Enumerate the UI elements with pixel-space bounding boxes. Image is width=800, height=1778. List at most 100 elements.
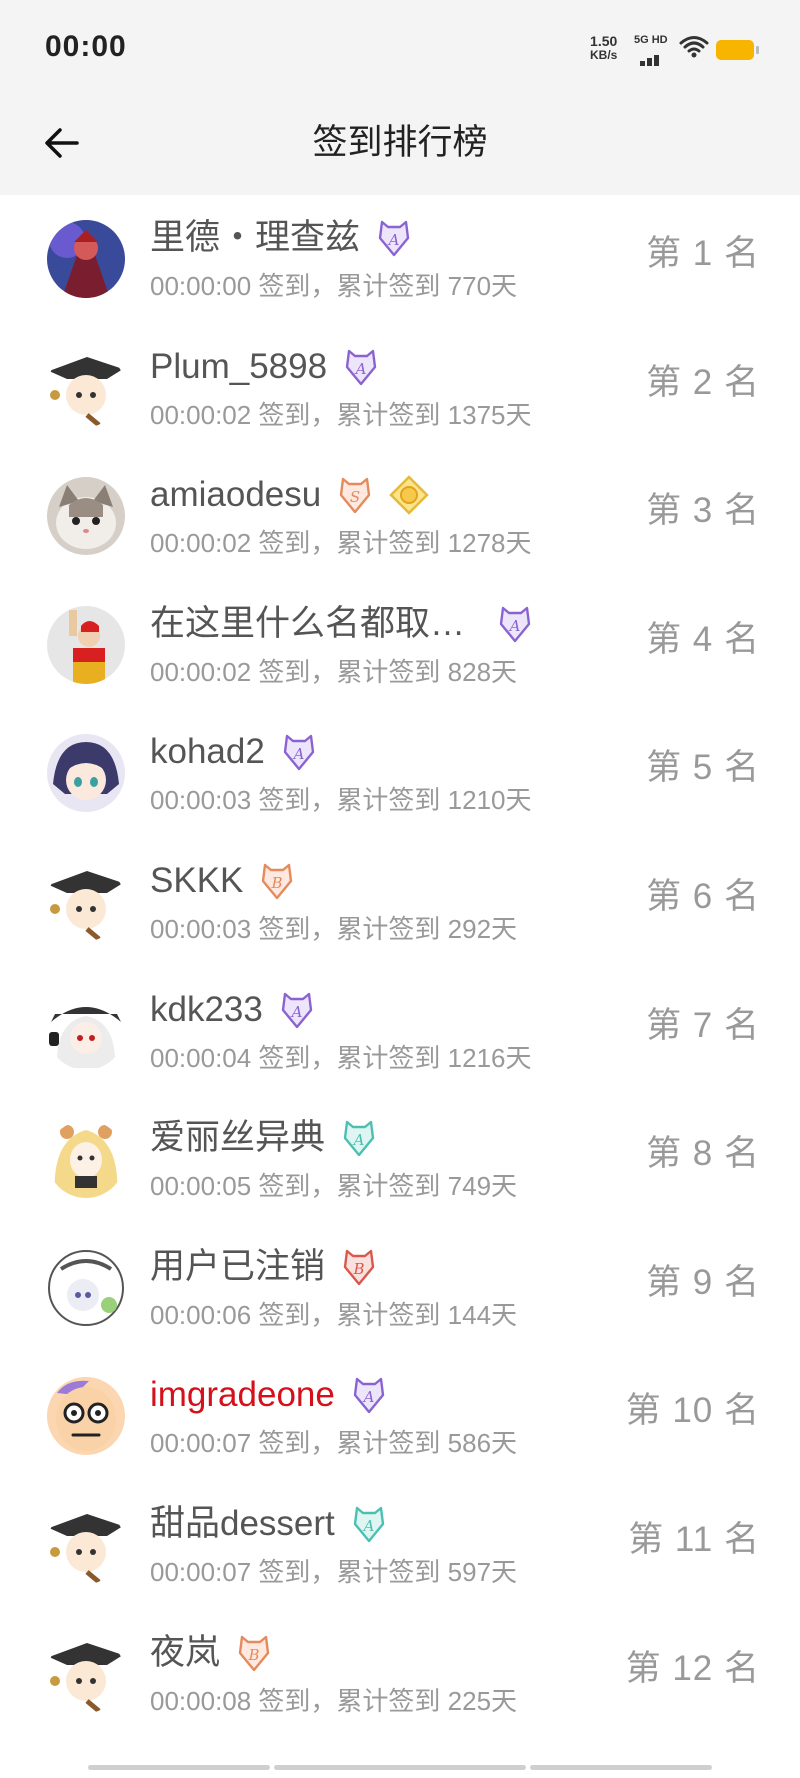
checkin-info: 00:00:00 签到，累计签到 770天 [150,271,518,301]
user-name[interactable]: 甜品dessert [150,1501,335,1547]
svg-text:A: A [361,1388,374,1406]
red-b-badge-icon: B [339,1247,379,1287]
network-speed-value: 1.50 [590,33,618,49]
rank-row[interactable]: 里德・理查兹 A 00:00:00 签到，累计签到 770天 第 1 名 [0,195,800,324]
gold-flower-badge-icon [389,475,430,515]
rank-row[interactable]: 爱丽丝异典 A 00:00:05 签到，累计签到 749天 第 8 名 [0,1095,800,1224]
user-name[interactable]: 在这里什么名都取… [150,601,465,647]
avatar[interactable] [47,1634,125,1713]
scroll-indicator-left [88,1765,270,1770]
name-line: kdk233 A [150,987,317,1033]
purple-a-badge-icon: A [341,347,381,387]
purple-a-badge-icon: A [495,604,535,644]
avatar[interactable] [47,220,125,298]
svg-text:B: B [248,1646,260,1664]
rank-row[interactable]: kdk233 A 00:00:04 签到，累计签到 1216天 第 7 名 [0,967,800,1096]
checkin-info: 00:00:02 签到，累计签到 828天 [150,656,518,687]
orange-b-badge-icon: B [257,861,297,901]
checkin-info: 00:00:02 签到，累计签到 1278天 [150,528,532,559]
rank-row[interactable]: kohad2 A 00:00:03 签到，累计签到 1210天 第 5 名 [0,709,800,838]
checkin-info: 00:00:07 签到，累计签到 586天 [150,1428,518,1459]
rank-row[interactable]: SKKK B 00:00:03 签到，累计签到 292天 第 6 名 [0,838,800,967]
checkin-info: 00:00:02 签到，累计签到 1375天 [150,399,532,430]
checkin-info: 00:00:07 签到，累计签到 597天 [150,1556,518,1587]
rank-row[interactable]: 用户已注销 B 00:00:06 签到，累计签到 144天 第 9 名 [0,1224,800,1353]
name-line: 甜品dessert A [150,1501,389,1547]
rank-label: 第 2 名 [646,362,760,402]
purple-a-badge-icon: A [277,990,317,1030]
user-name[interactable]: amiaodesu [150,472,321,518]
svg-text:A: A [354,360,367,378]
teal-a-badge-icon: A [349,1504,389,1544]
avatar[interactable] [47,734,125,813]
checkin-info: 00:00:04 签到，累计签到 1216天 [150,1042,532,1073]
network-speed-unit: KB/s [590,48,618,62]
purple-a-badge-icon: A [349,1375,389,1415]
rank-row[interactable]: 甜品dessert A 00:00:07 签到，累计签到 597天 第 11 名 [0,1481,800,1610]
rank-row[interactable]: 在这里什么名都取… A 00:00:02 签到，累计签到 828天 第 4 名 [0,581,800,710]
name-line: kohad2 A [150,729,319,775]
name-line: Plum_5898 A [150,344,381,390]
battery-icon [716,40,759,60]
teal-a-badge-icon: A [339,1118,379,1158]
user-name[interactable]: 爱丽丝异典 [150,1115,325,1161]
avatar[interactable] [47,862,125,941]
scroll-indicator-right [530,1765,712,1770]
rank-label: 第 5 名 [646,748,760,788]
user-name[interactable]: kdk233 [150,987,263,1033]
svg-text:A: A [508,617,521,635]
avatar[interactable] [47,991,125,1070]
rank-label: 第 8 名 [646,1134,760,1174]
cellular-signal-icon: 5G HD [632,34,672,66]
svg-text:B: B [353,1260,365,1278]
name-line: SKKK B [150,858,297,904]
purple-a-badge-icon: A [374,218,414,258]
user-name[interactable]: Plum_5898 [150,344,327,390]
rank-label: 第 6 名 [646,876,760,916]
rank-row[interactable]: amiaodesu S 00:00:02 签到，累计签到 1278天 第 3 名 [0,452,800,581]
user-name[interactable]: imgradeone [150,1372,335,1418]
checkin-info: 00:00:06 签到，累计签到 144天 [150,1299,518,1330]
scroll-indicator-middle [274,1765,526,1770]
avatar[interactable] [47,1120,125,1199]
user-name[interactable]: 里德・理查兹 [150,215,360,261]
name-line: 用户已注销 B [150,1244,379,1290]
avatar[interactable] [47,605,125,684]
user-name[interactable]: 用户已注销 [150,1244,325,1290]
avatar[interactable] [47,1248,125,1327]
name-line: imgradeone A [150,1372,389,1418]
svg-text:A: A [291,745,304,763]
name-line: 夜岚 B [150,1630,274,1676]
svg-text:A: A [352,1131,365,1149]
rank-list: 里德・理查兹 A 00:00:00 签到，累计签到 770天 第 1 名 Plum_58… [0,195,800,1738]
page-title: 签到排行榜 [312,123,488,162]
avatar[interactable] [47,1505,125,1584]
name-line: amiaodesu S [150,472,430,518]
avatar[interactable] [47,477,125,556]
user-name[interactable]: SKKK [150,858,243,904]
svg-text:A: A [361,1517,374,1535]
name-line: 里德・理查兹 A [150,215,414,261]
rank-row[interactable]: Plum_5898 A 00:00:02 签到，累计签到 1375天 第 2 名 [0,324,800,453]
svg-text:B: B [271,874,283,892]
rank-row[interactable]: 夜岚 B 00:00:08 签到，累计签到 225天 第 12 名 [0,1610,800,1739]
checkin-info: 00:00:08 签到，累计签到 225天 [150,1685,518,1716]
user-name[interactable]: kohad2 [150,729,265,775]
checkin-info: 00:00:05 签到，累计签到 749天 [150,1171,518,1202]
network-type-label: 5G HD [634,34,668,46]
avatar[interactable] [47,348,125,427]
avatar[interactable] [47,1377,125,1456]
rank-label: 第 9 名 [646,1262,760,1302]
rank-label: 第 10 名 [625,1391,760,1431]
rank-row[interactable]: imgradeone A 00:00:07 签到，累计签到 586天 第 10 名 [0,1352,800,1481]
wifi-icon [679,35,709,64]
user-name[interactable]: 夜岚 [150,1630,220,1676]
orange-s-badge-icon: S [335,475,375,515]
status-time: 00:00 [45,30,127,63]
checkin-info: 00:00:03 签到，累计签到 1210天 [150,785,532,816]
orange-b-badge-icon: B [234,1633,274,1673]
checkin-info: 00:00:03 签到，累计签到 292天 [150,913,518,944]
rank-label: 第 7 名 [646,1005,760,1045]
svg-text:A: A [289,1003,302,1021]
name-line: 爱丽丝异典 A [150,1115,379,1161]
